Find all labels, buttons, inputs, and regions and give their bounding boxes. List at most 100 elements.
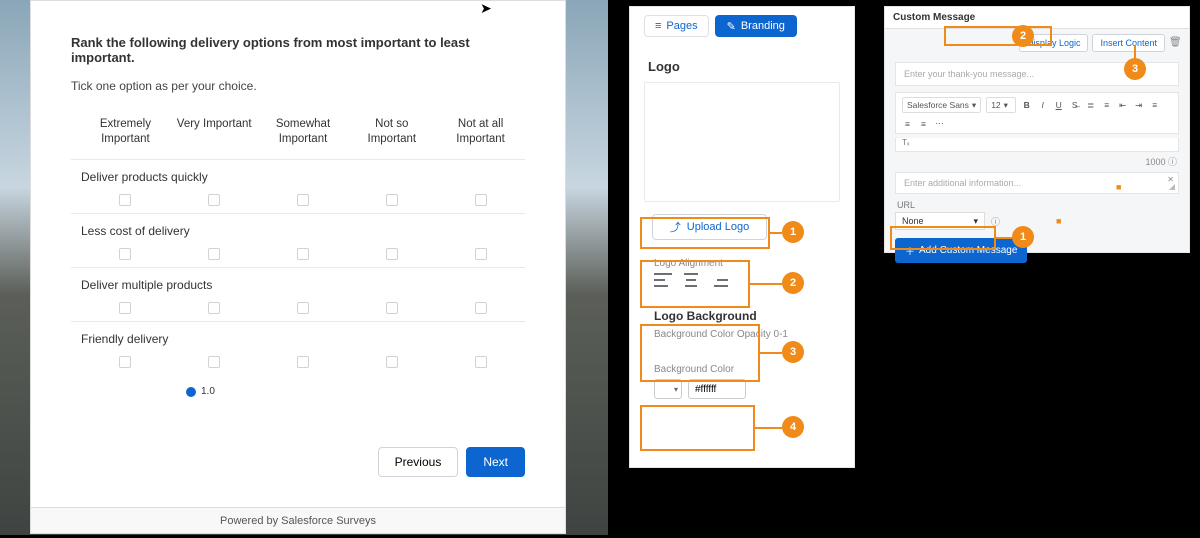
callout-line (996, 237, 1012, 239)
rte-toolbar-secondary: Tₓ (895, 138, 1179, 152)
rank-grid: Extremely Important Very Important Somew… (71, 117, 525, 375)
rte-toolbar: Salesforce Sans▾ 12▾ B I U S̶ ≣ ≡ ⇤ ⇥ ≡ … (895, 92, 1179, 134)
callout-box-3 (640, 324, 760, 382)
row-label: Friendly delivery (81, 332, 525, 346)
checkbox[interactable] (386, 248, 398, 260)
checkbox[interactable] (208, 302, 220, 314)
align-center-icon[interactable]: ≡ (902, 119, 913, 129)
bold-icon[interactable]: B (1021, 100, 1032, 110)
url-value: None (902, 216, 924, 226)
outdent-icon[interactable]: ⇤ (1117, 100, 1128, 111)
checkbox[interactable] (119, 302, 131, 314)
rank-row: Friendly delivery (71, 321, 525, 375)
callout-line (770, 232, 782, 234)
scale-0: Extremely Important (81, 117, 170, 147)
checkbox[interactable] (475, 302, 487, 314)
logo-heading: Logo (648, 59, 840, 74)
survey-question: Rank the following delivery options from… (71, 35, 525, 65)
checkbox[interactable] (208, 356, 220, 368)
list-ol-icon[interactable]: ≡ (1101, 100, 1112, 110)
color-swatch-dropdown[interactable]: ▾ (654, 379, 682, 399)
checkbox[interactable] (475, 248, 487, 260)
marker-icon: ■ (1056, 216, 1061, 226)
callout-line (750, 283, 782, 285)
opacity-readout: 1.0 (186, 386, 215, 397)
callout-2: 2 (782, 272, 804, 294)
tab-pages[interactable]: ≡ Pages (644, 15, 709, 37)
rank-row: Deliver products quickly (71, 159, 525, 213)
survey-instruction: Tick one option as per your choice. (71, 79, 525, 93)
msg-callout-2: 2 (1012, 25, 1034, 47)
additional-info-input[interactable]: Enter additional information... ✕ ◢ ■ (895, 172, 1179, 194)
strike-icon[interactable]: S̶ (1069, 100, 1080, 110)
checkbox[interactable] (475, 356, 487, 368)
list-icon: ≡ (655, 20, 661, 32)
resize-handle-icon[interactable]: ◢ (1169, 182, 1175, 191)
checkbox[interactable] (386, 356, 398, 368)
callout-line (755, 427, 782, 429)
font-size-dropdown[interactable]: 12▾ (986, 97, 1016, 113)
align-left-icon[interactable]: ≡ (1149, 100, 1160, 110)
italic-icon[interactable]: I (1037, 100, 1048, 110)
marker-icon: ■ (1116, 182, 1121, 192)
opacity-value: 1.0 (201, 386, 215, 397)
logo-preview (644, 82, 840, 202)
callout-4: 4 (782, 416, 804, 438)
msg-callout-3: 3 (1124, 58, 1146, 80)
underline-icon[interactable]: U (1053, 100, 1064, 110)
checkbox[interactable] (119, 194, 131, 206)
row-label: Deliver products quickly (81, 170, 525, 184)
logo-background-title: Logo Background (654, 309, 830, 323)
callout-box-2 (640, 260, 750, 308)
indent-icon[interactable]: ⇥ (1133, 100, 1144, 111)
checkbox[interactable] (297, 248, 309, 260)
scale-3: Not so Important (347, 117, 436, 147)
more-icon[interactable]: ⋯ (934, 118, 945, 129)
checkbox[interactable] (297, 302, 309, 314)
checkbox[interactable] (119, 356, 131, 368)
checkbox[interactable] (119, 248, 131, 260)
trash-icon[interactable]: 🗑 (1169, 37, 1181, 49)
callout-3: 3 (782, 341, 804, 363)
survey-panel: Rank the following delivery options from… (30, 0, 566, 508)
scale-2: Somewhat Important (259, 117, 348, 147)
checkbox[interactable] (208, 194, 220, 206)
url-label: URL (897, 200, 1189, 210)
font-size-value: 12 (991, 100, 1000, 110)
row-label: Deliver multiple products (81, 278, 525, 292)
checkbox[interactable] (208, 248, 220, 260)
checkbox[interactable] (297, 356, 309, 368)
checkbox[interactable] (386, 302, 398, 314)
previous-button[interactable]: Previous (378, 447, 459, 477)
checkbox[interactable] (386, 194, 398, 206)
insert-content-button[interactable]: Insert Content (1092, 34, 1165, 52)
tab-branding-label: Branding (741, 20, 785, 32)
msg-callout-1: 1 (1012, 226, 1034, 248)
align-right-icon[interactable]: ≡ (918, 119, 929, 129)
row-label: Less cost of delivery (81, 224, 525, 238)
tab-branding[interactable]: ✎ Branding (715, 15, 797, 37)
font-family-dropdown[interactable]: Salesforce Sans▾ (902, 97, 981, 113)
checkbox[interactable] (297, 194, 309, 206)
scale-4: Not at all Important (436, 117, 525, 147)
rank-header: Extremely Important Very Important Somew… (71, 117, 525, 147)
checkbox[interactable] (475, 194, 487, 206)
font-family-value: Salesforce Sans (907, 100, 969, 110)
rank-row: Deliver multiple products (71, 267, 525, 321)
pencil-icon: ✎ (727, 20, 736, 33)
callout-box-1 (640, 217, 770, 249)
next-button[interactable]: Next (466, 447, 525, 477)
callout-1: 1 (782, 221, 804, 243)
additional-placeholder: Enter additional information... (904, 178, 1021, 188)
cursor-icon: ➤ (480, 0, 492, 17)
tab-pages-label: Pages (666, 20, 697, 32)
callout-box-4 (640, 405, 755, 451)
hex-input[interactable] (688, 379, 746, 399)
slider-handle-icon[interactable] (186, 387, 196, 397)
callout-box-msg-add (890, 226, 996, 250)
list-ul-icon[interactable]: ≣ (1085, 100, 1096, 111)
callout-line (760, 352, 782, 354)
rank-row: Less cost of delivery (71, 213, 525, 267)
callout-box-msg-top (944, 26, 1052, 46)
char-counter: 1000 ⓘ (885, 155, 1177, 168)
